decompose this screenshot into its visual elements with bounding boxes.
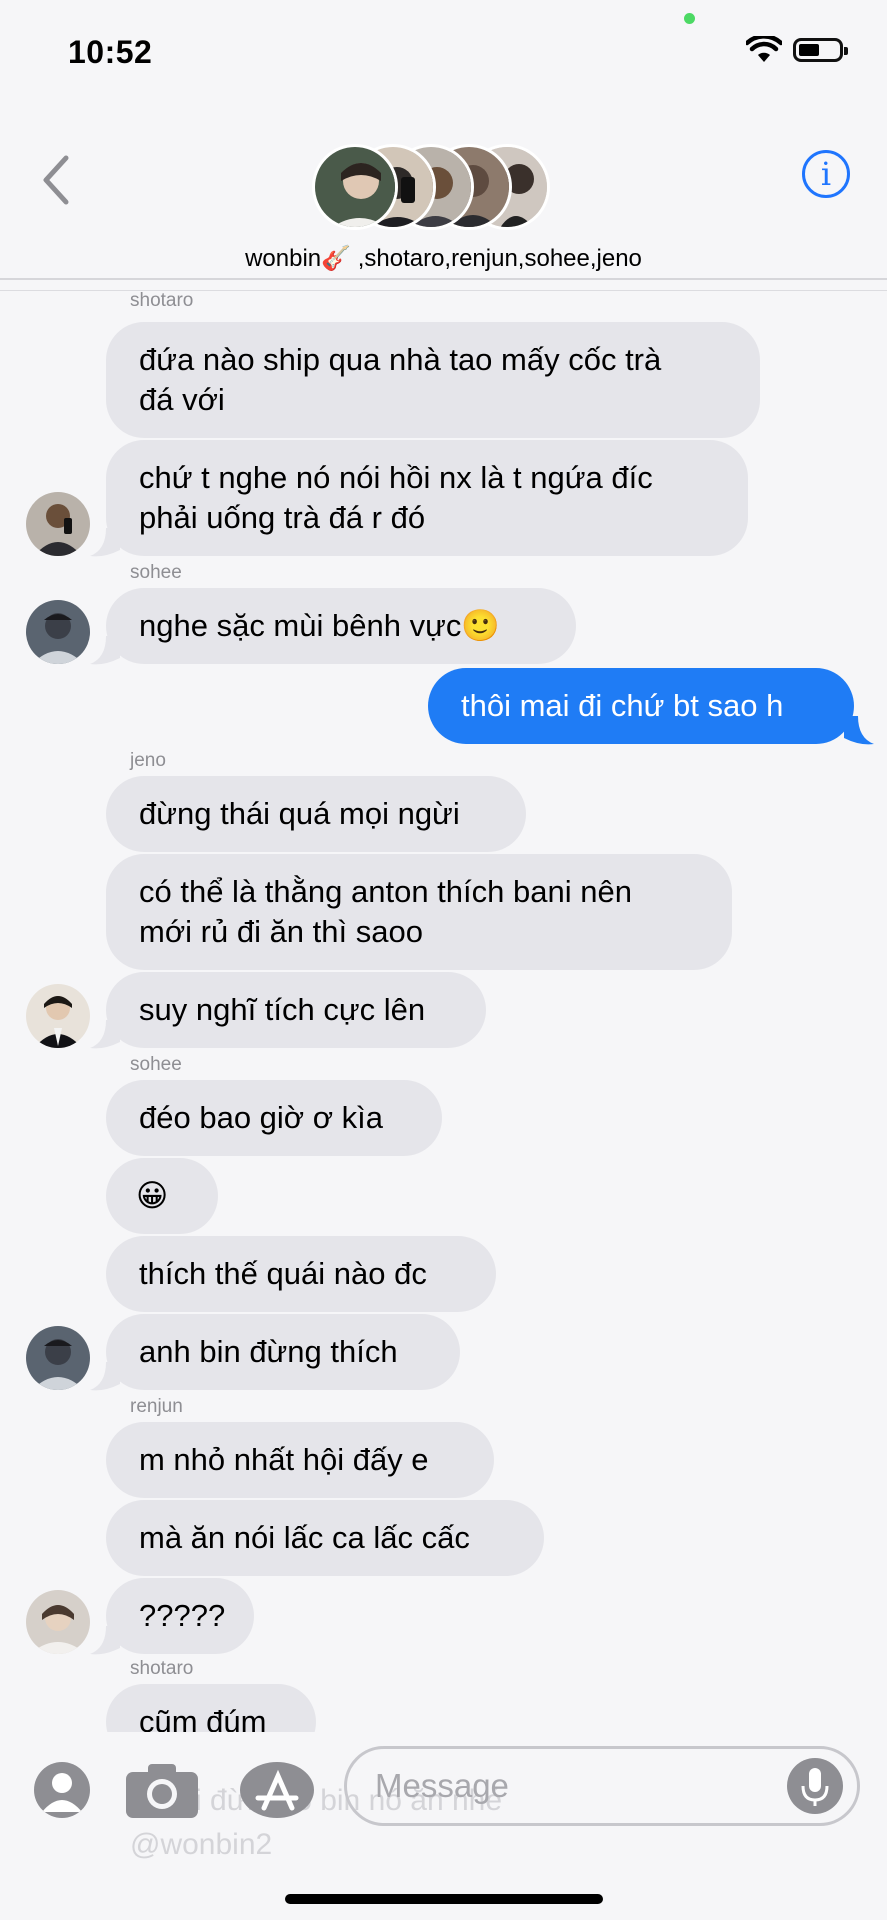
back-chevron-icon[interactable]: [36, 150, 76, 210]
message-bubble[interactable]: đứa nào ship qua nhà tao mấy cốc trà đá …: [106, 322, 760, 438]
message-placeholder: Message: [375, 1767, 509, 1804]
app-store-icon[interactable]: [240, 1762, 314, 1818]
message-text: đá với: [139, 382, 225, 417]
avatar-renjun[interactable]: [26, 1590, 90, 1654]
group-avatar: [312, 144, 398, 230]
message-text: nghe sặc mùi bênh vực🙂: [139, 608, 500, 643]
message-text: chứ t nghe nó nói hồi nx là t ngứa đíc: [139, 460, 653, 495]
avatar-sohee[interactable]: [26, 600, 90, 664]
message-bubble[interactable]: m nhỏ nhất hội đấy e: [106, 1422, 494, 1498]
message-text: phải uống trà đá r đó: [139, 500, 426, 535]
avatar-shotaro[interactable]: [26, 492, 90, 556]
message-text: có thể là thằng anton thích bani nên: [139, 874, 632, 909]
message-text: ?????: [139, 1598, 226, 1633]
message-text: thích thế quái nào đc: [139, 1256, 427, 1291]
message-text: suy nghĩ tích cực lên: [139, 992, 426, 1027]
person-icon[interactable]: [34, 1762, 90, 1818]
message-bubble[interactable]: đéo bao giờ ơ kìa: [106, 1080, 442, 1156]
message-bubble-outgoing[interactable]: thôi mai đi chứ bt sao h: [428, 668, 854, 744]
message-text: 😀: [136, 1178, 169, 1213]
sender-name: renjun: [130, 1396, 183, 1417]
sender-name: sohee: [130, 1054, 182, 1075]
battery-icon: [793, 38, 848, 62]
camera-indicator-dot: [684, 13, 695, 24]
bubble-tail: [90, 1020, 120, 1049]
message-bubble[interactable]: ?????: [106, 1578, 254, 1654]
message-bubble[interactable]: mà ăn nói lấc ca lấc cấc: [106, 1500, 544, 1576]
status-bar: 10:52: [0, 0, 887, 110]
avatar-sohee[interactable]: [26, 1326, 90, 1390]
wifi-icon: [746, 36, 782, 62]
message-text: đừng thái quá mọi ngừi: [139, 796, 460, 831]
bubble-tail: [90, 1362, 120, 1391]
conversation-header: wonbin🎸 ,shotaro,renjun,sohee,jeno i: [0, 110, 887, 280]
microphone-icon[interactable]: [787, 1758, 843, 1814]
status-time: 10:52: [68, 34, 153, 70]
message-bubble[interactable]: suy nghĩ tích cực lên: [106, 972, 486, 1048]
message-input[interactable]: Message: [344, 1746, 860, 1826]
bubble-tail: [90, 636, 120, 665]
bubble-tail: [844, 716, 874, 745]
message-bubble[interactable]: chứ t nghe nó nói hồi nx là t ngứa đíc p…: [106, 440, 748, 556]
message-thread[interactable]: shotaro đứa nào ship qua nhà tao mấy cốc…: [0, 292, 887, 1732]
message-text: mà ăn nói lấc ca lấc cấc: [139, 1520, 470, 1555]
bubble-tail: [90, 528, 120, 557]
message-text: anh bin đừng thích: [139, 1334, 398, 1369]
message-bubble[interactable]: anh bin đừng thích: [106, 1314, 460, 1390]
message-bubble[interactable]: nghe sặc mùi bênh vực🙂: [106, 588, 576, 664]
message-bubble[interactable]: 😀: [106, 1158, 218, 1234]
camera-icon[interactable]: [126, 1762, 198, 1818]
group-names[interactable]: wonbin🎸 ,shotaro,renjun,sohee,jeno: [0, 244, 887, 273]
message-text: thôi mai đi chứ bt sao h: [461, 688, 784, 723]
group-avatars[interactable]: [312, 144, 552, 234]
message-text: đéo bao giờ ơ kìa: [139, 1100, 384, 1135]
home-indicator[interactable]: [285, 1894, 603, 1904]
message-bubble[interactable]: đừng thái quá mọi ngừi: [106, 776, 526, 852]
message-text: đứa nào ship qua nhà tao mấy cốc trà: [139, 342, 662, 377]
header-divider: [0, 290, 887, 291]
message-bubble[interactable]: cũm đúm: [106, 1684, 316, 1732]
info-button[interactable]: i: [802, 150, 850, 198]
message-bubble[interactable]: thích thế quái nào đc: [106, 1236, 496, 1312]
sender-name: shotaro: [130, 1658, 194, 1679]
message-bubble[interactable]: có thể là thằng anton thích bani nên mới…: [106, 854, 732, 970]
sender-name: sohee: [130, 562, 182, 583]
message-text: m nhỏ nhất hội đấy e: [139, 1442, 429, 1477]
faded-message-text: @wonbin2: [130, 1828, 273, 1861]
bubble-tail: [90, 1626, 120, 1655]
compose-bar: ai hỏi đừng lo bin nó ăn nhé @wonbin2 Me…: [0, 1732, 887, 1920]
message-text: mới rủ đi ăn thì saoo: [139, 914, 423, 949]
sender-name: jeno: [130, 750, 166, 771]
avatar-jeno[interactable]: [26, 984, 90, 1048]
message-text: cũm đúm: [139, 1704, 267, 1732]
sender-name: shotaro: [130, 292, 194, 311]
